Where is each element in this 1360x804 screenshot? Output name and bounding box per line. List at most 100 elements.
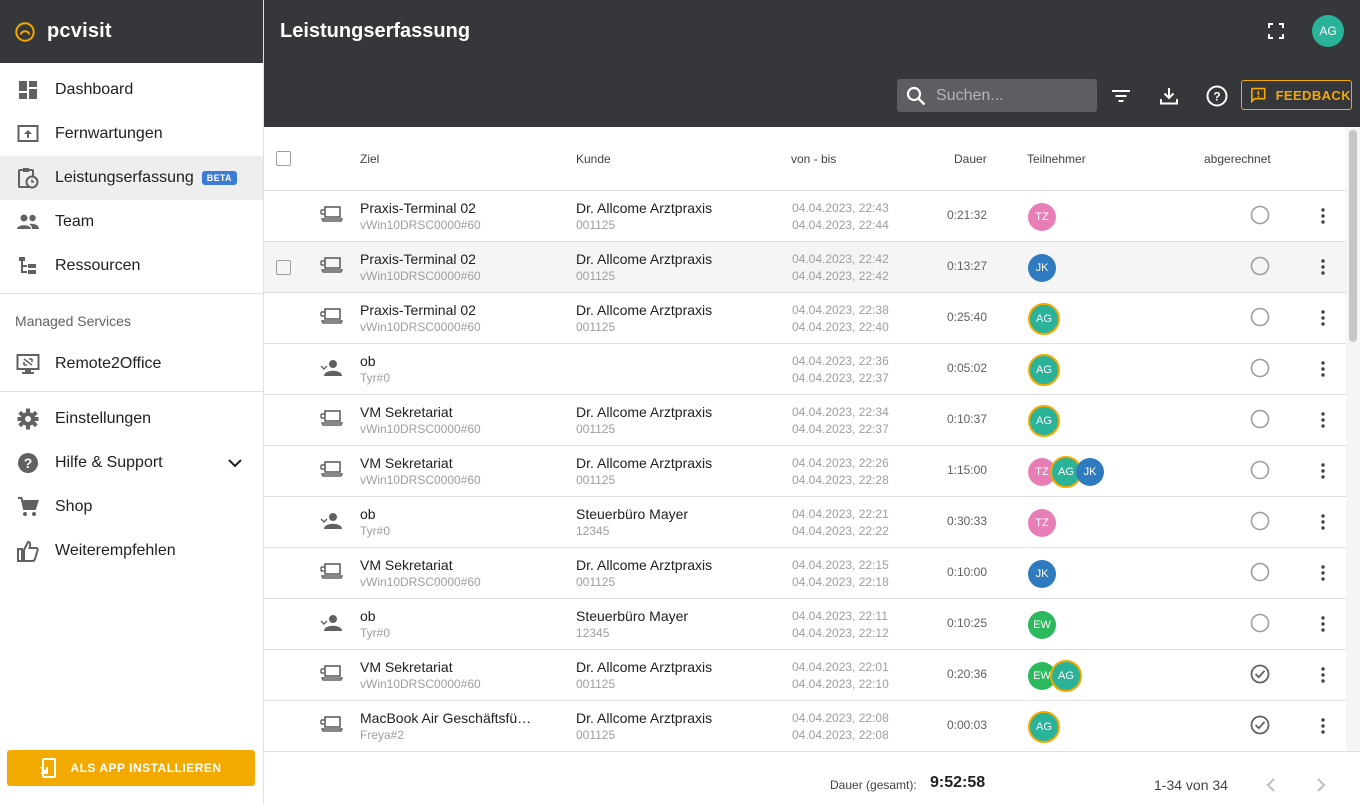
more-options-icon[interactable] <box>1312 307 1334 329</box>
time-to: 04.04.2023, 22:28 <box>792 473 889 487</box>
help-circle-icon: ? <box>1206 85 1228 107</box>
unbilled-circle-icon[interactable] <box>1249 612 1271 634</box>
target-cell: VM Sekretariat vWin10DRSC0000#60 <box>360 557 540 590</box>
target-name: VM Sekretariat <box>360 659 453 675</box>
target-name: Praxis-Terminal 02 <box>360 200 476 216</box>
participant-avatar[interactable]: JK <box>1028 254 1056 282</box>
search-input[interactable] <box>936 86 1086 105</box>
participant-avatar[interactable]: AG <box>1028 303 1060 335</box>
duration-cell: 0:00:03 <box>946 718 987 732</box>
unbilled-circle-icon[interactable] <box>1249 408 1271 430</box>
fullscreen-icon <box>1268 23 1284 39</box>
sidebar-item-team[interactable]: Team <box>0 200 263 244</box>
billed-check-icon[interactable] <box>1249 714 1271 736</box>
sidebar-item-dashboard[interactable]: Dashboard <box>0 68 263 112</box>
install-app-button[interactable]: ALS APP INSTALLIEREN <box>7 750 255 786</box>
more-options-icon[interactable] <box>1312 358 1334 380</box>
fullscreen-button[interactable] <box>1264 19 1288 43</box>
participant-avatar[interactable]: TZ <box>1028 509 1056 537</box>
sidebar-item-ressourcen[interactable]: Ressourcen <box>0 244 263 288</box>
more-options-icon[interactable] <box>1312 613 1334 635</box>
target-cell: ob Tyr#0 <box>360 353 540 386</box>
participant-avatar[interactable]: AG <box>1028 711 1060 743</box>
table-row[interactable]: VM Sekretariat vWin10DRSC0000#60 Dr. Allco… <box>264 548 1346 599</box>
more-options-icon[interactable] <box>1312 409 1334 431</box>
column-header-dauer[interactable]: Dauer <box>954 152 987 166</box>
unbilled-circle-icon[interactable] <box>1249 561 1271 583</box>
time-range-cell: 04.04.2023, 22:21 04.04.2023, 22:22 <box>792 506 912 540</box>
unbilled-circle-icon[interactable] <box>1249 204 1271 226</box>
participants-cell: EW AG <box>1028 660 1082 692</box>
prev-page-button[interactable] <box>1261 774 1283 796</box>
target-name: VM Sekretariat <box>360 455 453 471</box>
column-header-kunde[interactable]: Kunde <box>576 152 611 166</box>
time-range-cell: 04.04.2023, 22:38 04.04.2023, 22:40 <box>792 302 912 336</box>
table-scrollbar[interactable] <box>1346 127 1360 751</box>
participants-cell: TZ <box>1028 201 1056 233</box>
sidebar-item-leistungserfassung[interactable]: Leistungserfassung BETA <box>0 156 263 200</box>
time-from: 04.04.2023, 22:26 <box>792 456 889 470</box>
row-checkbox[interactable] <box>276 260 291 275</box>
column-header-teilnehmer[interactable]: Teilnehmer <box>1027 152 1086 166</box>
clipboard-clock-icon <box>16 166 40 190</box>
sidebar-item-einstellungen[interactable]: Einstellungen <box>0 397 263 441</box>
more-options-icon[interactable] <box>1312 205 1334 227</box>
table-row[interactable]: VM Sekretariat vWin10DRSC0000#60 Dr. Allco… <box>264 650 1346 701</box>
help-button[interactable]: ? <box>1204 83 1230 109</box>
user-avatar[interactable]: AG <box>1312 15 1344 47</box>
column-header-von-bis[interactable]: von - bis <box>791 152 836 166</box>
table-row[interactable]: VM Sekretariat vWin10DRSC0000#60 Dr. Allco… <box>264 446 1346 497</box>
more-options-icon[interactable] <box>1312 562 1334 584</box>
participant-avatar[interactable]: AG <box>1050 660 1082 692</box>
unbilled-circle-icon[interactable] <box>1249 459 1271 481</box>
more-options-icon[interactable] <box>1312 460 1334 482</box>
table-row[interactable]: Praxis-Terminal 02 vWin10DRSC0000#60 Dr. A… <box>264 242 1346 293</box>
sidebar-item-weiterempfehlen[interactable]: Weiterempfehlen <box>0 529 263 573</box>
column-header-ziel[interactable]: Ziel <box>360 152 379 166</box>
sidebar-item-remote2office[interactable]: Remote2Office <box>0 342 263 386</box>
participant-avatar[interactable]: EW <box>1028 611 1056 639</box>
download-button[interactable] <box>1156 83 1182 109</box>
table-row[interactable]: ob Tyr#0 Steuerbüro Mayer 12345 04.04.2023, … <box>264 497 1346 548</box>
computer-icon <box>320 562 344 584</box>
table-row[interactable]: VM Sekretariat vWin10DRSC0000#60 Dr. Allco… <box>264 395 1346 446</box>
target-id: vWin10DRSC0000#60 <box>360 422 481 436</box>
customer-number: 001125 <box>576 728 616 742</box>
table-row[interactable]: Praxis-Terminal 02 vWin10DRSC0000#60 Dr. A… <box>264 191 1346 242</box>
table-row[interactable]: ob Tyr#0 04.04.2023, 22:36 04.04.2023, 22:3… <box>264 344 1346 395</box>
more-options-icon[interactable] <box>1312 256 1334 278</box>
participant-avatar[interactable]: AG <box>1028 354 1060 386</box>
more-options-icon[interactable] <box>1312 511 1334 533</box>
unbilled-circle-icon[interactable] <box>1249 255 1271 277</box>
unbilled-circle-icon[interactable] <box>1249 306 1271 328</box>
sidebar-item-fernwartungen[interactable]: Fernwartungen <box>0 112 263 156</box>
participant-avatar[interactable]: TZ <box>1028 203 1056 231</box>
column-header-abgerechnet[interactable]: abgerechnet <box>1204 152 1271 166</box>
participant-avatar[interactable]: JK <box>1076 458 1104 486</box>
sidebar-item-label: Leistungserfassung <box>55 169 194 186</box>
table-row[interactable]: MacBook Air Geschäftsfü… Freya#2 Dr. Allco… <box>264 701 1346 751</box>
unbilled-circle-icon[interactable] <box>1249 357 1271 379</box>
feedback-button[interactable]: FEEDBACK <box>1241 80 1352 110</box>
chevron-down-icon[interactable] <box>225 453 245 473</box>
next-page-button[interactable] <box>1309 774 1331 796</box>
target-cell: VM Sekretariat vWin10DRSC0000#60 <box>360 455 540 488</box>
sidebar-item-hilfe-support[interactable]: ? Hilfe & Support <box>0 441 263 485</box>
sidebar-item-shop[interactable]: Shop <box>0 485 263 529</box>
select-all-checkbox[interactable] <box>276 151 291 166</box>
search-box[interactable] <box>897 79 1097 112</box>
more-options-icon[interactable] <box>1312 664 1334 686</box>
filter-button[interactable] <box>1108 83 1134 109</box>
participant-avatar[interactable]: AG <box>1028 405 1060 437</box>
table-row[interactable]: ob Tyr#0 Steuerbüro Mayer 12345 04.04.2023, … <box>264 599 1346 650</box>
svg-text:?: ? <box>1213 90 1220 104</box>
customer-number: 001125 <box>576 422 616 436</box>
more-options-icon[interactable] <box>1312 715 1334 737</box>
duration-cell: 0:30:33 <box>946 514 987 528</box>
billed-check-icon[interactable] <box>1249 663 1271 685</box>
participant-avatar[interactable]: JK <box>1028 560 1056 588</box>
gear-icon <box>16 407 40 431</box>
table-row[interactable]: Praxis-Terminal 02 vWin10DRSC0000#60 Dr. A… <box>264 293 1346 344</box>
scrollbar-thumb[interactable] <box>1349 130 1357 342</box>
unbilled-circle-icon[interactable] <box>1249 510 1271 532</box>
